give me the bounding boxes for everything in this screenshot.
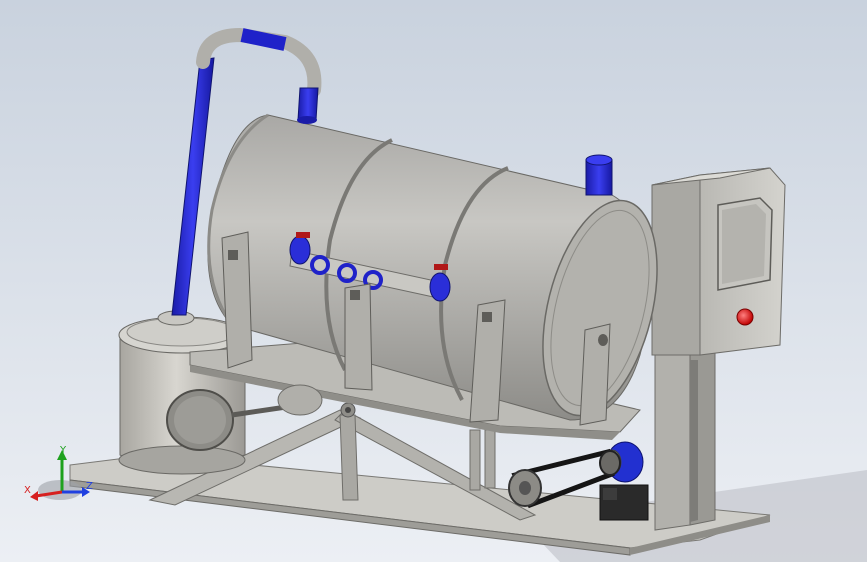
cad-viewport[interactable]: Y X Z [0, 0, 867, 562]
top-outlet[interactable] [585, 154, 613, 196]
z-axis-label: Z [86, 481, 93, 492]
y-axis-label: Y [59, 445, 67, 456]
indicator-light[interactable] [736, 308, 754, 326]
x-axis-label: X [24, 485, 31, 496]
